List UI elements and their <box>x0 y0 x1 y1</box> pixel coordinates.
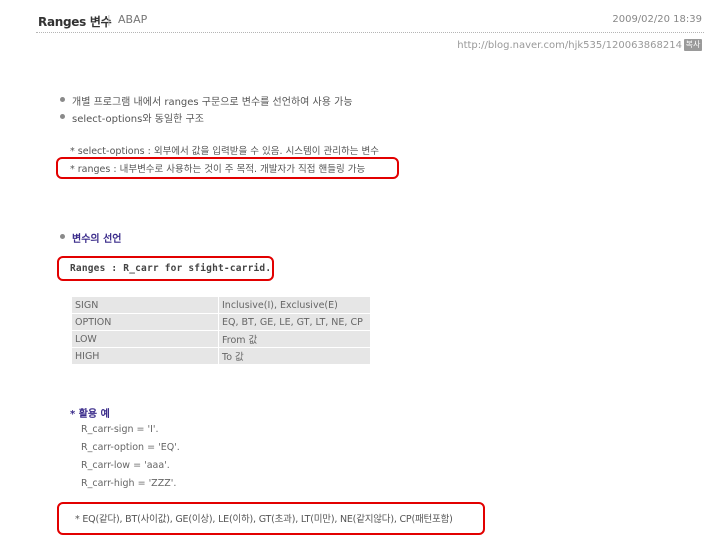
post-category[interactable]: ABAP <box>118 13 147 26</box>
title-separator: | <box>107 13 111 26</box>
table-row: LOW From 값 <box>72 331 370 347</box>
table-cell-value: Inclusive(I), Exclusive(E) <box>219 297 370 313</box>
table-cell-value: EQ, BT, GE, LE, GT, LT, NE, CP <box>219 314 370 330</box>
example-line: R_carr-sign = 'I'. <box>81 424 159 435</box>
note-select-options: * select-options : 외부에서 값을 입력받을 수 있음. 시스… <box>70 146 380 157</box>
table-row: OPTION EQ, BT, GE, LE, GT, LT, NE, CP <box>72 314 370 330</box>
intro-bullet-2: select-options와 동일한 구조 <box>72 114 204 125</box>
table-row: HIGH To 값 <box>72 348 370 364</box>
post-url[interactable]: http://blog.naver.com/hjk535/12006386821… <box>457 40 682 51</box>
declaration-code: Ranges : R_carr for sfight-carrid. <box>70 263 272 274</box>
header-divider <box>36 32 704 33</box>
table-cell-field: SIGN <box>72 297 218 313</box>
example-line: R_carr-option = 'EQ'. <box>81 442 180 453</box>
bullet-icon <box>60 97 65 102</box>
table-cell-field: HIGH <box>72 348 218 364</box>
table-cell-value: To 값 <box>219 348 370 364</box>
table-cell-field: LOW <box>72 331 218 347</box>
table-cell-value: From 값 <box>219 331 370 347</box>
table-row: SIGN Inclusive(I), Exclusive(E) <box>72 297 370 313</box>
range-structure-table: SIGN Inclusive(I), Exclusive(E) OPTION E… <box>71 296 371 365</box>
bullet-icon <box>60 114 65 119</box>
section-heading: 변수의 선언 <box>72 234 122 245</box>
bullet-icon <box>60 234 65 239</box>
intro-bullet-1: 개별 프로그램 내에서 ranges 구문으로 변수를 선언하여 사용 가능 <box>72 97 353 108</box>
example-heading: * 활용 예 <box>70 409 110 420</box>
post-date: 2009/02/20 18:39 <box>612 14 702 25</box>
example-line: R_carr-low = 'aaa'. <box>81 460 170 471</box>
example-line: R_carr-high = 'ZZZ'. <box>81 478 177 489</box>
post-title[interactable]: Ranges 변수 <box>38 13 112 30</box>
note-ranges: * ranges : 내부변수로 사용하는 것이 주 목적. 개발자가 직접 핸… <box>70 164 366 175</box>
table-cell-field: OPTION <box>72 314 218 330</box>
copy-url-button[interactable]: 복사 <box>684 39 702 51</box>
operators-note: * EQ(같다), BT(사이값), GE(이상), LE(이하), GT(초과… <box>75 514 453 525</box>
